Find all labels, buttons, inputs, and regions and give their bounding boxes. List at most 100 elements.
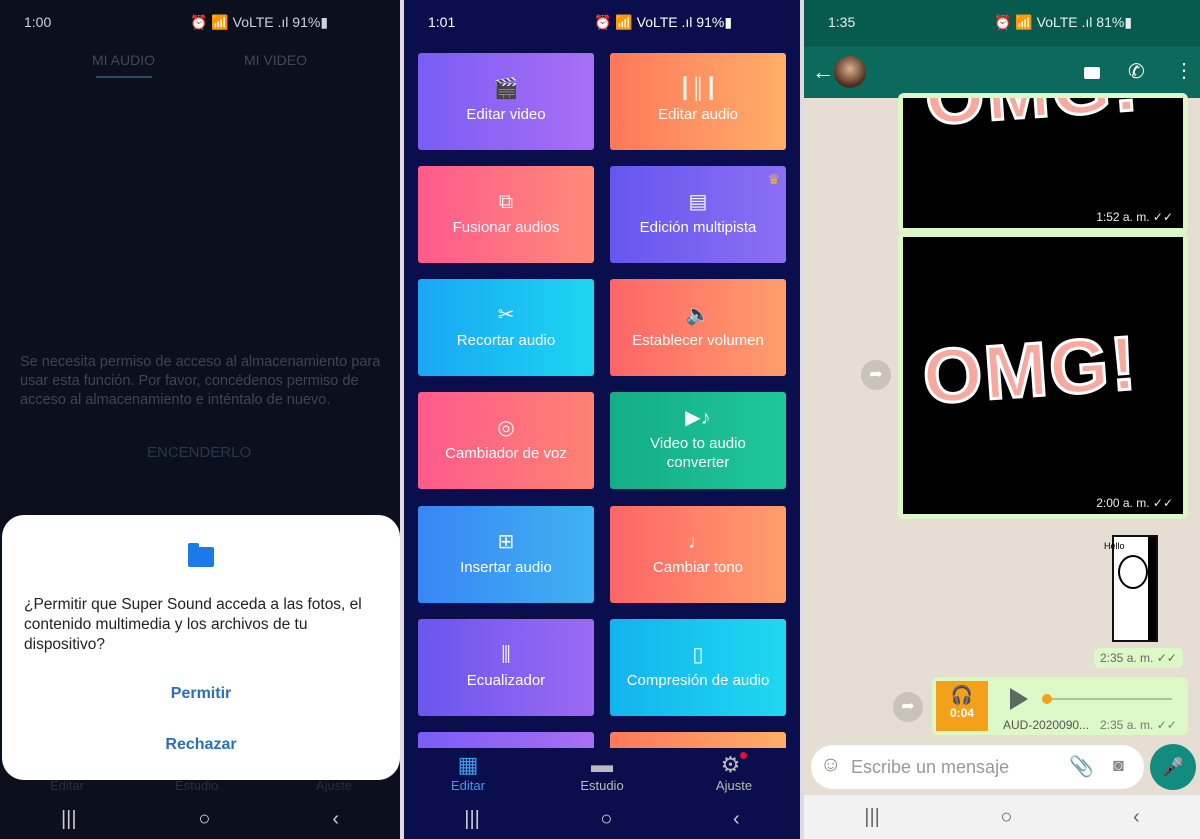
home-button[interactable]: ○ [1000,806,1012,829]
message-time: 2:35 a. m. ✓✓ [1094,648,1183,668]
tile-establecer-volumen[interactable]: 🔈 Establecer volumen [610,279,786,376]
sticker-message[interactable]: Hello [1104,535,1158,642]
tile-label: Establecer volumen [632,331,764,349]
tile-icon: ◎ [497,416,515,439]
tile-label: Editar audio [657,105,739,123]
notification-dot [740,752,748,759]
image-message[interactable]: OMG!1:52 a. m. ✓✓ [898,93,1188,233]
tile-cambiar-tono[interactable]: ♩ Cambiar tono [610,506,786,603]
permission-question: ¿Permitir que Super Sound acceda a las f… [24,596,362,653]
tab-mi-video[interactable]: MI VIDEO [244,52,307,68]
back-arrow-icon[interactable]: ← [812,59,834,85]
super-sound-permission-screen: 1:00 ⏰ 📶 VoLTE .ıl 91%▮ MI AUDIO MI VIDE… [0,0,400,839]
bottom-nav: ▦ Editar ▬ Estudio ⚙ Ajuste [404,748,800,800]
voice-call-icon[interactable]: ✆ [1128,59,1145,84]
tile-icon: ⫼ [501,643,511,666]
permission-dialog: ¿Permitir que Super Sound acceda a las f… [2,515,400,780]
nav-estudio[interactable]: ▬ Estudio [562,752,642,793]
tile-icon: 🎬 [493,77,519,100]
tile-label: Edición multipista [639,218,757,236]
status-bar: 1:35 ⏰ 📶 VoLTE .ıl 81%▮ [804,0,1200,47]
mic-button[interactable]: 🎤 [1150,744,1196,790]
tile-icon: ✂ [497,303,515,326]
tile-label: Compresión de audio [626,671,770,689]
gear-icon: ⚙ [694,752,774,778]
tile-fusionar-audios[interactable]: ⧉ Fusionar audios [418,166,594,263]
tile-icon: 🔈 [685,303,711,326]
tile-ecualizador[interactable]: ⫼ Ecualizador [418,619,594,716]
message-time: 2:00 a. m. ✓✓ [1096,496,1173,510]
tile-cambiador-de-voz[interactable]: ◎ Cambiador de voz [418,392,594,489]
super-sound-edit-screen: 1:01 ⏰ 📶 VoLTE .ıl 91%▮ 🎬 Editar video ┃║┃… [404,0,800,839]
tile-label: Ecualizador [466,671,546,689]
tile-icon: ┃║┃ [678,77,718,100]
tab-indicator [96,76,152,78]
tile-label: Cambiar tono [652,558,744,576]
tile-icon: ▤ [688,190,708,213]
system-nav: ||| ○ ‹ [404,799,800,839]
video-call-icon[interactable] [1084,67,1100,79]
tile-edición-multipista[interactable]: ▤ Edición multipista ♛ [610,166,786,263]
tile-label: Cambiador de voz [445,444,567,462]
tile-icon: ⊞ [497,530,515,553]
folder-icon: ▬ [591,752,613,777]
tile-editar-audio[interactable]: ┃║┃ Editar audio [610,53,786,150]
tile-label: Video to audio converter [650,435,746,471]
folder-icon [188,543,214,567]
nav-ajuste[interactable]: ⚙ Ajuste [694,752,774,793]
nav-editar: Editar [50,778,84,793]
crown-icon: ♛ [767,171,780,187]
chat-header: ← ✆ ⋮ [804,47,1200,98]
play-button[interactable] [1010,688,1028,710]
audio-message: 🎧 0:04 AUD-2020090... 2:35 a. m. ✓✓ [932,677,1188,735]
tile-label: Recortar audio [456,331,556,349]
back-button[interactable]: ‹ [332,808,339,831]
tile-label: Editar video [466,105,546,123]
system-nav: ||| ○ ‹ [0,799,400,839]
nav-ajuste: Ajuste [316,778,353,793]
back-button[interactable]: ‹ [1133,806,1140,829]
back-button[interactable]: ‹ [733,808,740,831]
home-button[interactable]: ○ [198,808,210,831]
more-options-icon[interactable]: ⋮ [1174,58,1194,83]
tile-icon: ⧉ [498,190,514,213]
nav-estudio: Estudio [175,778,219,793]
tile-label: Insertar audio [460,558,552,576]
deny-button[interactable]: Rechazar [2,736,400,754]
audio-thumbnail: 🎧 0:04 [936,681,988,731]
tile-insertar-audio[interactable]: ⊞ Insertar audio [418,506,594,603]
system-nav: ||| ○ ‹ [804,795,1200,839]
tile-recortar-audio[interactable]: ✂ Recortar audio [418,279,594,376]
tile-label: Fusionar audios [452,218,560,236]
avatar[interactable] [834,56,866,88]
headphones-icon: 🎧 [950,685,974,705]
tile-video-to-audio-converter[interactable]: ▶♪ Video to audio converter [610,392,786,489]
nav-editar[interactable]: ▦ Editar [428,752,508,793]
tile-editar-video[interactable]: 🎬 Editar video [418,53,594,150]
home-button[interactable]: ○ [600,808,612,831]
turn-on-button[interactable]: ENCENDERLO [147,444,251,461]
tile-compresión-de-audio[interactable]: ▯ Compresión de audio [610,619,786,716]
tile-icon: ♩ [688,530,708,553]
tab-mi-audio[interactable]: MI AUDIO [92,52,155,68]
grid-icon: ▦ [457,752,479,777]
message-input[interactable]: ☺ Escribe un mensaje 📎 ◙ [811,745,1144,789]
attach-icon[interactable]: 📎 [1069,754,1094,779]
emoji-icon[interactable]: ☺ [820,753,841,777]
message-time: 1:52 a. m. ✓✓ [1096,210,1173,224]
recents-button[interactable]: ||| [464,808,480,831]
status-bar: 1:00 ⏰ 📶 VoLTE .ıl 91%▮ [24,14,329,30]
status-bar: 1:01 ⏰ 📶 VoLTE .ıl 91%▮ [428,14,733,30]
tile-icon: ▯ [692,643,704,666]
tile-icon: ▶♪ [685,407,711,429]
forward-icon[interactable]: ➦ [893,692,923,722]
slider-handle[interactable] [1042,694,1052,704]
audio-progress-slider[interactable] [1044,698,1172,700]
recents-button[interactable]: ||| [61,808,77,831]
camera-icon[interactable]: ◙ [1113,755,1124,776]
forward-icon[interactable]: ➦ [861,360,891,390]
permission-message: Se necesita permiso de acceso al almacen… [20,354,381,408]
allow-button[interactable]: Permitir [2,685,400,703]
recents-button[interactable]: ||| [864,806,880,829]
image-message[interactable]: OMG! 2:00 a. m. ✓✓ [898,232,1188,519]
